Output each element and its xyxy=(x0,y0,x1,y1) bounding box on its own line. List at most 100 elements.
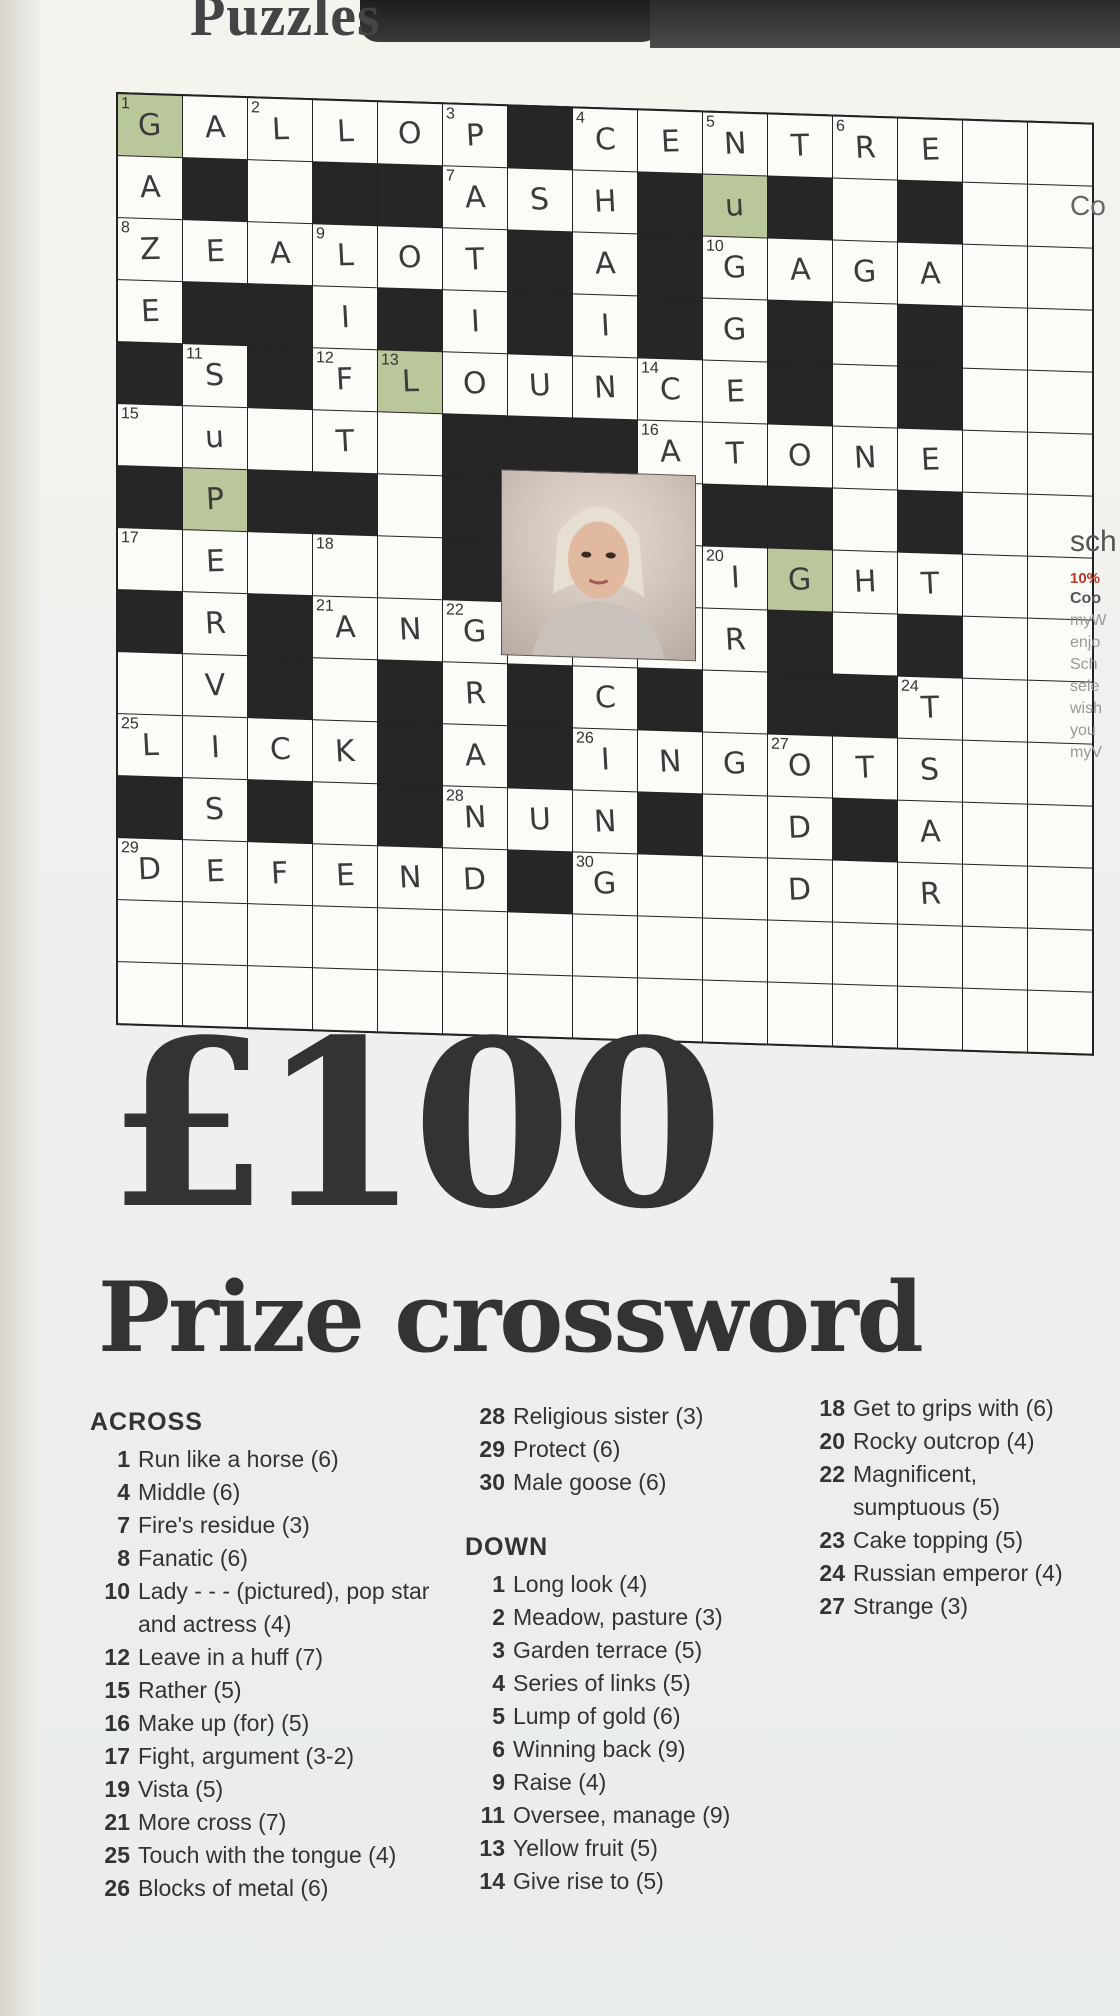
grid-cell[interactable] xyxy=(963,988,1027,1052)
grid-cell[interactable]: C xyxy=(573,666,637,730)
grid-cell[interactable]: 6R xyxy=(833,116,897,180)
grid-cell[interactable]: A xyxy=(118,156,182,220)
grid-cell[interactable]: S xyxy=(898,738,962,802)
grid-cell[interactable] xyxy=(248,904,312,968)
grid-cell[interactable] xyxy=(378,536,442,600)
grid-cell[interactable]: 15 xyxy=(118,404,182,468)
grid-cell[interactable]: R xyxy=(183,592,247,656)
grid-cell[interactable]: 9L xyxy=(313,224,377,288)
grid-cell[interactable]: N xyxy=(378,598,442,662)
grid-cell[interactable] xyxy=(638,916,702,980)
grid-cell[interactable]: O xyxy=(768,424,832,488)
grid-cell[interactable]: 8Z xyxy=(118,218,182,282)
grid-cell[interactable]: 5N xyxy=(703,112,767,176)
grid-cell[interactable] xyxy=(703,670,767,734)
grid-cell[interactable]: O xyxy=(378,226,442,290)
grid-cell[interactable]: G xyxy=(703,732,767,796)
grid-cell[interactable]: R xyxy=(443,662,507,726)
grid-cell[interactable]: V xyxy=(183,654,247,718)
grid-cell[interactable] xyxy=(833,922,897,986)
grid-cell[interactable]: 22 G xyxy=(443,600,507,664)
grid-cell[interactable] xyxy=(313,906,377,970)
grid-cell[interactable] xyxy=(963,554,1027,618)
grid-cell[interactable]: 18 xyxy=(313,534,377,598)
grid-cell[interactable]: T xyxy=(898,552,962,616)
grid-cell[interactable]: T xyxy=(833,736,897,800)
grid-cell[interactable]: u xyxy=(183,406,247,470)
grid-cell[interactable] xyxy=(963,182,1027,246)
grid-cell[interactable]: 10 G xyxy=(703,236,767,300)
grid-cell[interactable] xyxy=(898,924,962,988)
grid-cell[interactable]: 11 S xyxy=(183,344,247,408)
grid-cell[interactable]: N xyxy=(378,846,442,910)
grid-cell[interactable] xyxy=(963,368,1027,432)
grid-cell[interactable] xyxy=(118,652,182,716)
grid-cell[interactable] xyxy=(703,918,767,982)
grid-cell[interactable] xyxy=(963,802,1027,866)
grid-cell[interactable]: 24 T xyxy=(898,676,962,740)
grid-cell[interactable]: A xyxy=(183,96,247,160)
grid-cell[interactable]: A xyxy=(248,222,312,286)
grid-cell[interactable] xyxy=(248,532,312,596)
grid-cell[interactable]: A xyxy=(768,238,832,302)
grid-cell[interactable]: E xyxy=(183,220,247,284)
grid-cell[interactable] xyxy=(963,740,1027,804)
grid-cell[interactable]: E xyxy=(183,530,247,594)
grid-cell[interactable] xyxy=(508,912,572,976)
grid-cell[interactable]: A xyxy=(573,232,637,296)
grid-cell[interactable]: I xyxy=(443,290,507,354)
grid-cell[interactable]: 28 N xyxy=(443,786,507,850)
grid-cell[interactable]: D xyxy=(768,858,832,922)
grid-cell[interactable]: 26 I xyxy=(573,728,637,792)
grid-cell[interactable] xyxy=(963,926,1027,990)
grid-cell[interactable]: S xyxy=(508,168,572,232)
grid-cell[interactable]: N xyxy=(638,730,702,794)
grid-cell[interactable] xyxy=(963,430,1027,494)
grid-cell[interactable] xyxy=(378,908,442,972)
grid-cell[interactable] xyxy=(768,982,832,1046)
grid-cell[interactable]: A xyxy=(898,800,962,864)
grid-cell[interactable] xyxy=(833,984,897,1048)
grid-cell[interactable]: E xyxy=(313,844,377,908)
grid-cell[interactable]: E xyxy=(703,360,767,424)
grid-cell[interactable] xyxy=(898,986,962,1050)
grid-cell[interactable] xyxy=(963,864,1027,928)
grid-cell[interactable]: 29 D xyxy=(118,838,182,902)
grid-cell[interactable] xyxy=(378,412,442,476)
grid-cell[interactable]: 20 I xyxy=(703,546,767,610)
grid-cell[interactable]: T xyxy=(443,228,507,292)
grid-cell[interactable]: A xyxy=(443,724,507,788)
grid-cell[interactable]: 17 xyxy=(118,528,182,592)
grid-cell[interactable]: T xyxy=(703,422,767,486)
grid-cell[interactable]: A xyxy=(898,242,962,306)
grid-cell[interactable] xyxy=(833,860,897,924)
grid-cell[interactable]: O xyxy=(443,352,507,416)
grid-cell[interactable]: G xyxy=(703,298,767,362)
grid-cell[interactable]: C xyxy=(248,718,312,782)
grid-cell[interactable]: 2L xyxy=(248,98,312,162)
grid-cell[interactable]: 7A xyxy=(443,166,507,230)
grid-cell[interactable]: 4C xyxy=(573,108,637,172)
grid-cell[interactable]: E xyxy=(118,280,182,344)
grid-cell[interactable]: 3P xyxy=(443,104,507,168)
grid-cell[interactable]: L xyxy=(313,100,377,164)
grid-cell[interactable] xyxy=(313,658,377,722)
grid-cell[interactable] xyxy=(118,900,182,964)
grid-cell[interactable]: F xyxy=(248,842,312,906)
grid-cell[interactable]: U xyxy=(508,788,572,852)
grid-cell[interactable] xyxy=(833,302,897,366)
grid-cell[interactable] xyxy=(378,474,442,538)
grid-cell[interactable]: P xyxy=(183,468,247,532)
grid-cell[interactable] xyxy=(833,178,897,242)
grid-cell[interactable] xyxy=(703,856,767,920)
grid-cell[interactable]: I xyxy=(573,294,637,358)
grid-cell[interactable] xyxy=(248,160,312,224)
grid-cell[interactable]: N xyxy=(573,790,637,854)
grid-cell[interactable] xyxy=(638,854,702,918)
grid-cell[interactable]: G xyxy=(768,548,832,612)
grid-cell[interactable]: 14 C xyxy=(638,358,702,422)
grid-cell[interactable]: G xyxy=(833,240,897,304)
grid-cell[interactable]: O xyxy=(378,102,442,166)
grid-cell[interactable] xyxy=(573,914,637,978)
grid-cell[interactable] xyxy=(963,492,1027,556)
